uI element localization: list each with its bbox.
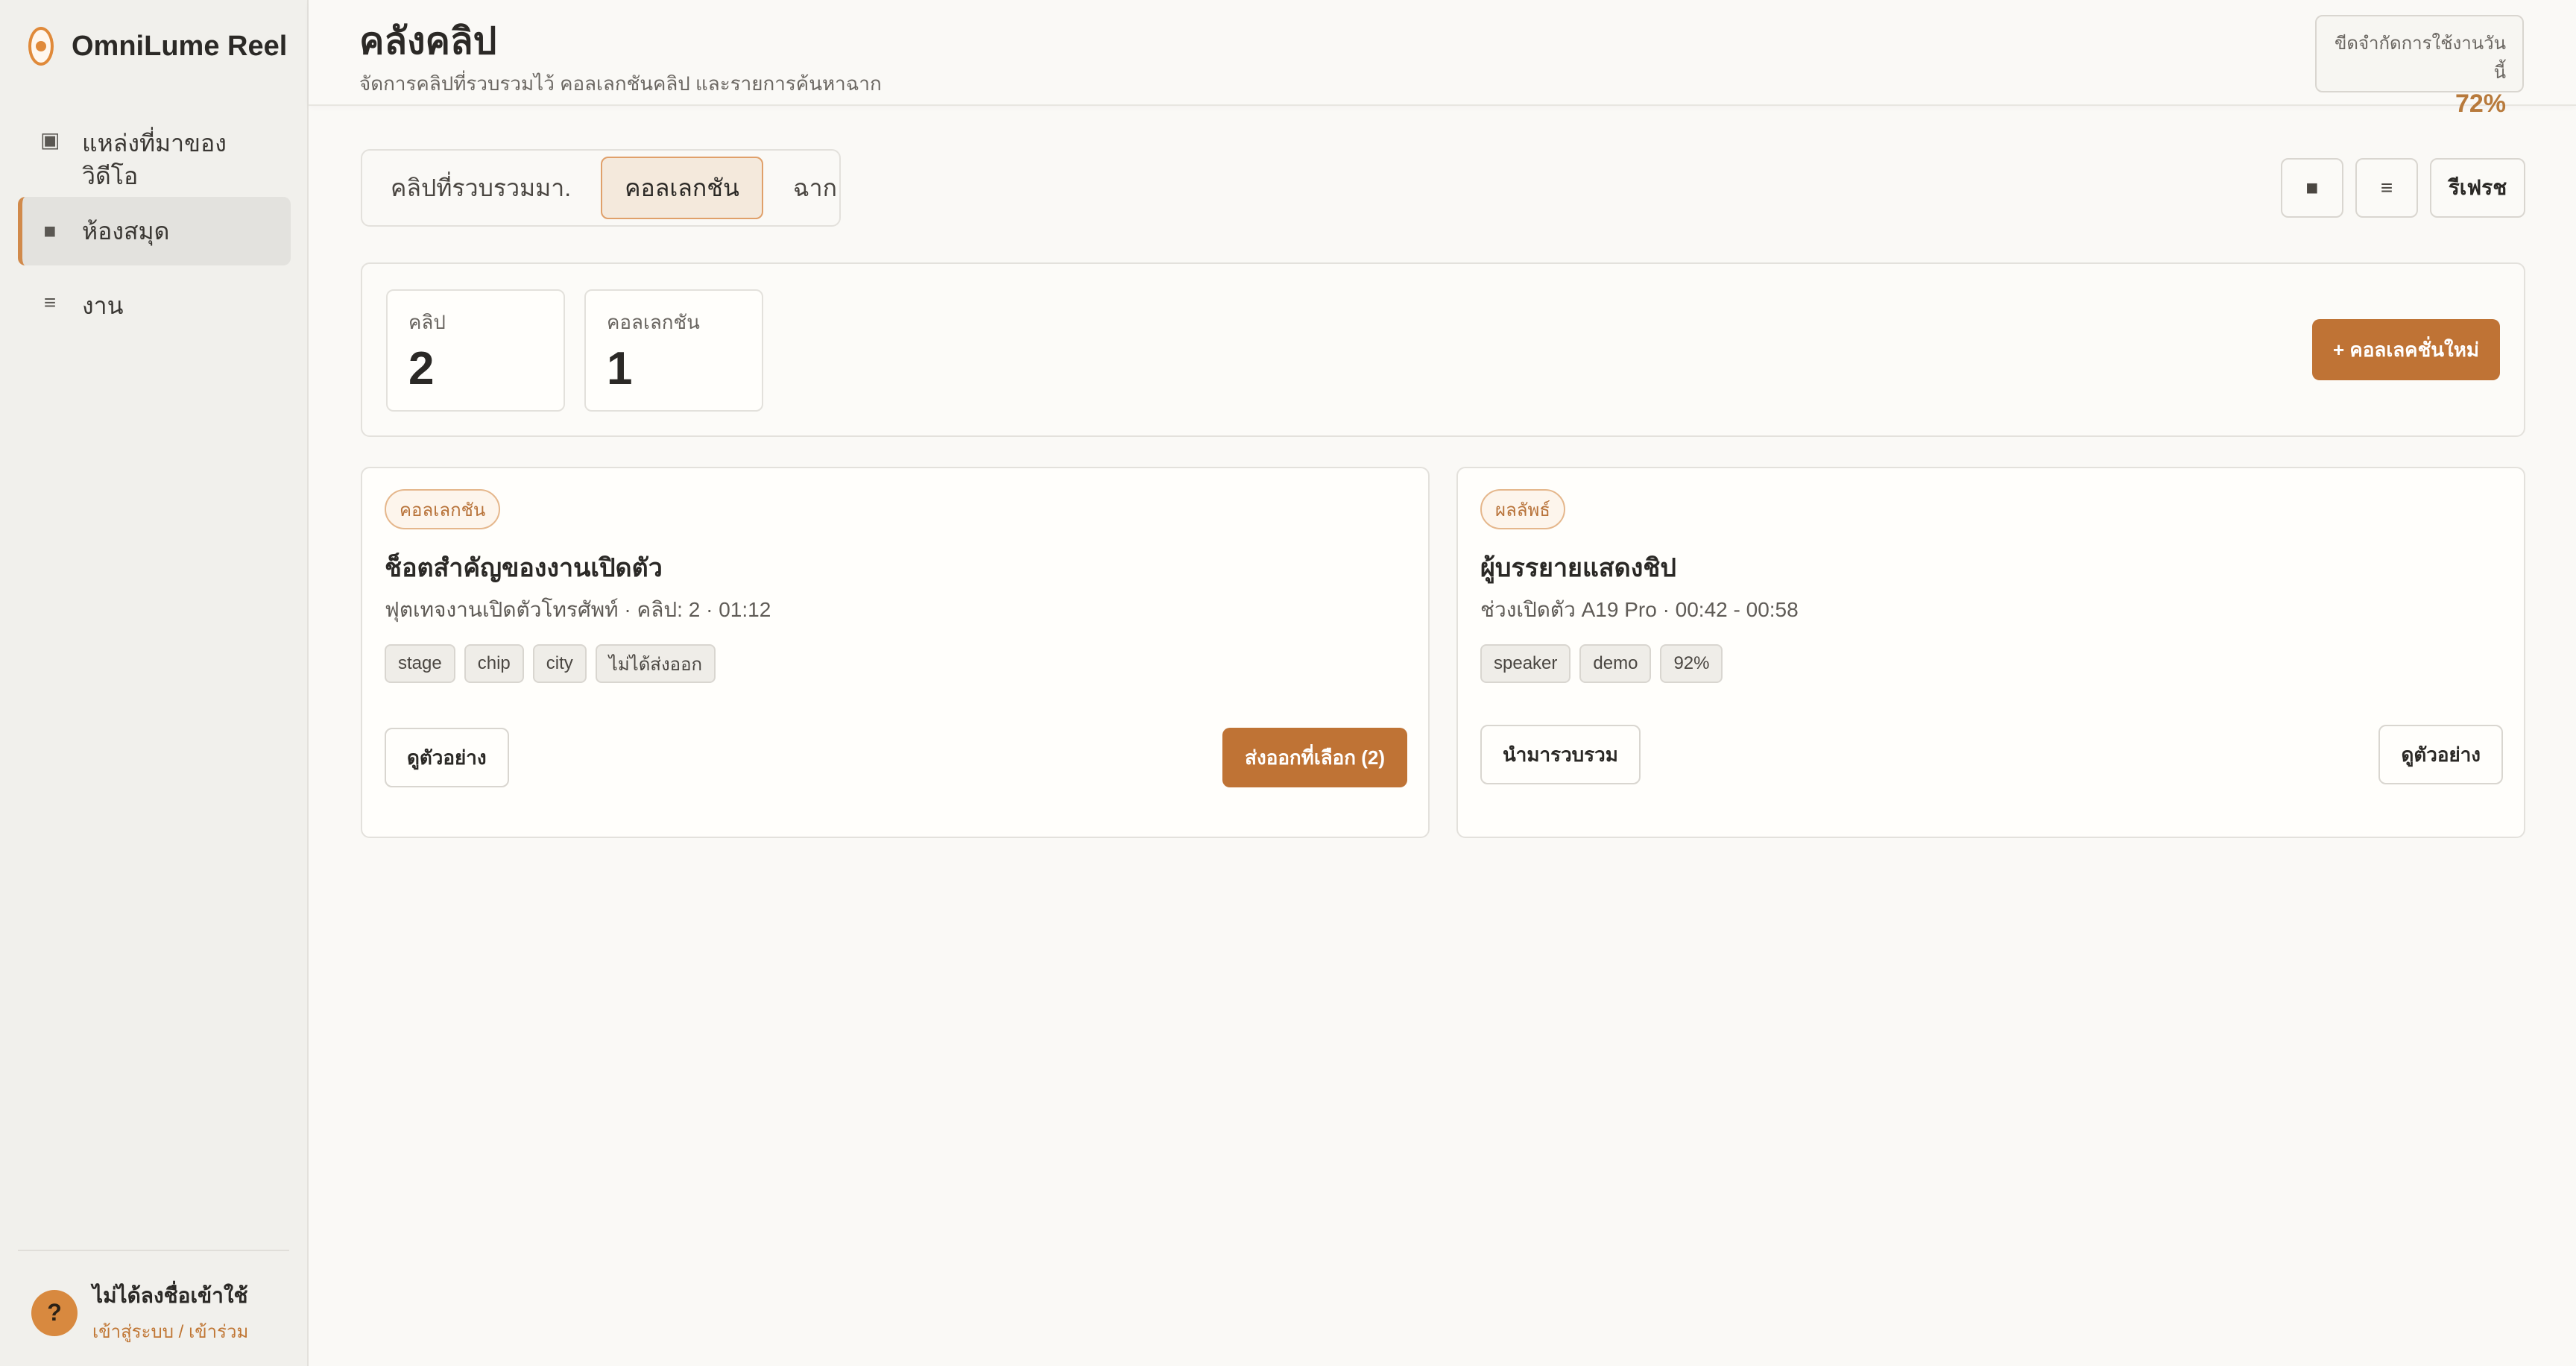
avatar[interactable]: ? bbox=[31, 1289, 78, 1336]
tag-list: stage chip city ไม่ได้ส่งออก bbox=[385, 644, 716, 683]
tab-collections[interactable]: คอลเลกชัน bbox=[601, 157, 763, 219]
card-title: ช็อตสำคัญของงานเปิดตัว bbox=[385, 554, 663, 582]
stat-value: 1 bbox=[607, 343, 633, 394]
preview-button[interactable]: ดูตัวอย่าง bbox=[385, 728, 509, 787]
view-tabs: คลิปที่รวบรวมมา. คอลเลกชัน ฉาก bbox=[361, 149, 841, 227]
sidebar-item-library[interactable]: ■ ห้องสมุด bbox=[18, 197, 291, 265]
page-title: คลังคลิป bbox=[359, 20, 497, 62]
user-account[interactable]: ? ไม่ได้ลงชื่อเข้าใช้ เข้าสู่ระบบ / เข้า… bbox=[31, 1280, 248, 1346]
stats-panel: คลิป 2 คอลเลกชัน 1 + คอลเลคชั่นใหม่ bbox=[361, 262, 2525, 437]
tab-collected-clips[interactable]: คลิปที่รวบรวมมา. bbox=[368, 157, 593, 219]
tab-scenes[interactable]: ฉาก bbox=[771, 157, 859, 219]
list-view-button[interactable]: ≡ bbox=[2355, 158, 2418, 218]
page-subtitle: จัดการคลิปที่รวบรวมไว้ คอลเลกชันคลิป และ… bbox=[359, 72, 882, 95]
refresh-button[interactable]: รีเฟรช bbox=[2430, 158, 2525, 218]
result-card: ผลลัพธ์ ผู้บรรยายแสดงชิป ช่วงเปิดตัว A19… bbox=[1456, 467, 2525, 838]
preview-button[interactable]: ดูตัวอย่าง bbox=[2378, 725, 2503, 784]
collection-card: คอลเลกชัน ช็อตสำคัญของงานเปิดตัว ฟุตเทจง… bbox=[361, 467, 1430, 838]
card-title: ผู้บรรยายแสดงชิป bbox=[1480, 554, 1676, 582]
status-tag: ไม่ได้ส่งออก bbox=[595, 644, 716, 683]
sidebar-item-video-sources[interactable]: ▣ แหล่งที่มาของ วิดีโอ bbox=[18, 127, 291, 192]
confidence-tag: 92% bbox=[1660, 644, 1723, 683]
sidebar-item-label: งาน bbox=[82, 292, 124, 319]
grid-icon: ■ bbox=[2305, 176, 2319, 199]
type-badge: ผลลัพธ์ bbox=[1480, 489, 1565, 529]
usage-quota: ขีดจำกัดการใช้งานวันนี้ 72% bbox=[2315, 15, 2524, 118]
stat-clips: คลิป 2 bbox=[386, 289, 565, 412]
sidebar-divider bbox=[18, 1250, 289, 1251]
tag: city bbox=[532, 644, 587, 683]
stat-label: คลิป bbox=[408, 311, 446, 333]
tag: stage bbox=[385, 644, 455, 683]
user-status: ไม่ได้ลงชื่อเข้าใช้ bbox=[92, 1284, 248, 1307]
stat-label: คอลเลกชัน bbox=[607, 311, 700, 333]
stat-collections: คอลเลกชัน 1 bbox=[584, 289, 763, 412]
grid-view-button[interactable]: ■ bbox=[2281, 158, 2343, 218]
type-badge: คอลเลกชัน bbox=[385, 489, 501, 529]
quota-label: ขีดจำกัดการใช้งานวันนี้ bbox=[2334, 34, 2506, 83]
sidebar-item-tasks[interactable]: ≡ งาน bbox=[18, 289, 291, 322]
sidebar: OmniLume Reel ▣ แหล่งที่มาของ วิดีโอ ■ ห… bbox=[0, 0, 309, 1366]
app-logo-icon bbox=[28, 27, 54, 66]
sidebar-item-label: ห้องสมุด bbox=[82, 218, 170, 245]
import-button[interactable]: นำมารวบรวม bbox=[1480, 725, 1641, 784]
tag: demo bbox=[1579, 644, 1652, 683]
brand[interactable]: OmniLume Reel bbox=[28, 27, 287, 66]
login-link[interactable]: เข้าสู่ระบบ / เข้าร่วม bbox=[92, 1317, 248, 1346]
quota-value: 72% bbox=[2455, 89, 2506, 118]
list-icon: ≡ bbox=[2380, 176, 2393, 199]
stat-value: 2 bbox=[408, 343, 435, 394]
tag-list: speaker demo 92% bbox=[1480, 644, 1723, 683]
sidebar-item-label: แหล่งที่มาของ bbox=[82, 130, 227, 157]
page-header: คลังคลิป จัดการคลิปที่รวบรวมไว้ คอลเลกชั… bbox=[309, 0, 2576, 118]
tag: chip bbox=[464, 644, 524, 683]
export-selected-button[interactable]: ส่งออกที่เลือก (2) bbox=[1222, 728, 1407, 787]
tasks-icon: ≡ bbox=[43, 291, 57, 314]
new-collection-button[interactable]: + คอลเลคชั่นใหม่ bbox=[2312, 319, 2500, 380]
video-source-icon: ▣ bbox=[40, 128, 60, 151]
card-meta: ช่วงเปิดตัว A19 Pro · 00:42 - 00:58 bbox=[1480, 598, 1799, 621]
app-name: OmniLume Reel bbox=[72, 30, 288, 62]
tag: speaker bbox=[1480, 644, 1571, 683]
sidebar-item-label-line2: วิดีโอ bbox=[82, 163, 139, 189]
library-icon: ■ bbox=[43, 218, 57, 242]
card-meta: ฟุตเทจงานเปิดตัวโทรศัพท์ · คลิป: 2 · 01:… bbox=[385, 598, 771, 621]
